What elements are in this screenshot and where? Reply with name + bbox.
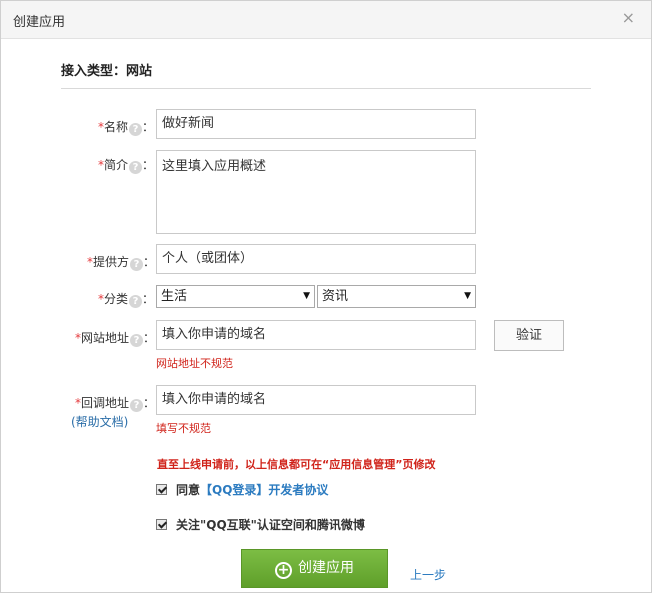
callback-label: *回调地址?： — [75, 394, 155, 412]
label-colon: ： — [143, 331, 156, 345]
intro-label: *简介?： — [98, 156, 154, 174]
plus-circle-icon: + — [275, 562, 292, 579]
help-icon[interactable]: ? — [130, 334, 144, 347]
category-label: *分类?： — [98, 290, 154, 308]
category-primary-value: 生活 — [161, 289, 188, 304]
help-icon[interactable]: ? — [129, 161, 143, 174]
label-colon: ： — [142, 158, 155, 172]
dialog-titlebar: 创建应用 × — [1, 1, 651, 39]
agree-row: 同意【QQ登录】开发者协议 — [156, 481, 328, 498]
developer-agreement-link[interactable]: 【QQ登录】开发者协议 — [200, 483, 328, 497]
website-error: 网站地址不规范 — [156, 357, 233, 370]
help-doc-link[interactable]: (帮助文档) — [71, 413, 128, 430]
edit-notice: 直至上线申请前，以上信息都可在“应用信息管理”页修改 — [157, 458, 436, 471]
callback-label-text: 回调地址 — [81, 396, 130, 410]
category-label-text: 分类 — [104, 292, 129, 306]
category-secondary-value: 资讯 — [322, 289, 349, 304]
follow-checkbox[interactable] — [156, 519, 167, 530]
category-secondary-select[interactable]: 资讯 ▼ — [317, 285, 476, 308]
dialog-title: 创建应用 — [13, 15, 66, 30]
help-icon[interactable]: ? — [129, 123, 143, 136]
section-divider — [61, 88, 591, 89]
follow-row: 关注"QQ互联"认证空间和腾讯微博 — [156, 516, 365, 533]
help-icon[interactable]: ? — [130, 258, 144, 271]
name-input[interactable]: 做好新闻 — [156, 109, 476, 139]
access-type-title: 接入类型：网站 — [61, 64, 153, 79]
create-app-label: 创建应用 — [298, 560, 354, 576]
dropdown-arrow-icon: ▼ — [464, 291, 471, 301]
intro-textarea[interactable]: 这里填入应用概述 — [156, 150, 476, 234]
callback-input[interactable]: 填入你申请的域名 — [156, 385, 476, 415]
provider-label-text: 提供方 — [93, 255, 130, 269]
agree-checkbox[interactable] — [156, 484, 167, 495]
help-icon[interactable]: ? — [129, 295, 143, 308]
name-label-text: 名称 — [104, 120, 129, 134]
label-colon: ： — [143, 396, 156, 410]
label-colon: ： — [142, 120, 155, 134]
dropdown-arrow-icon: ▼ — [303, 291, 310, 301]
website-input[interactable]: 填入你申请的域名 — [156, 320, 476, 350]
category-primary-select[interactable]: 生活 ▼ — [156, 285, 315, 308]
callback-error: 填写不规范 — [156, 422, 211, 435]
label-colon: ： — [143, 255, 156, 269]
website-label-text: 网站地址 — [81, 331, 130, 345]
label-colon: ： — [142, 292, 155, 306]
name-label: *名称?： — [98, 118, 154, 136]
provider-label: *提供方?： — [87, 253, 155, 271]
create-app-dialog: 创建应用 × 接入类型：网站 *名称?： 做好新闻 *简介?： 这里填入应用概述… — [0, 0, 652, 593]
follow-label: 关注"QQ互联"认证空间和腾讯微博 — [176, 518, 365, 532]
create-app-button[interactable]: + 创建应用 — [241, 549, 388, 588]
intro-label-text: 简介 — [104, 158, 129, 172]
verify-button[interactable]: 验证 — [494, 320, 564, 351]
provider-input[interactable]: 个人（或团体） — [156, 244, 476, 274]
prev-step-link[interactable]: 上一步 — [410, 566, 446, 583]
agree-prefix: 同意 — [176, 483, 201, 497]
website-label: *网站地址?： — [75, 329, 155, 347]
close-icon[interactable]: × — [622, 9, 635, 27]
help-icon[interactable]: ? — [130, 399, 144, 412]
